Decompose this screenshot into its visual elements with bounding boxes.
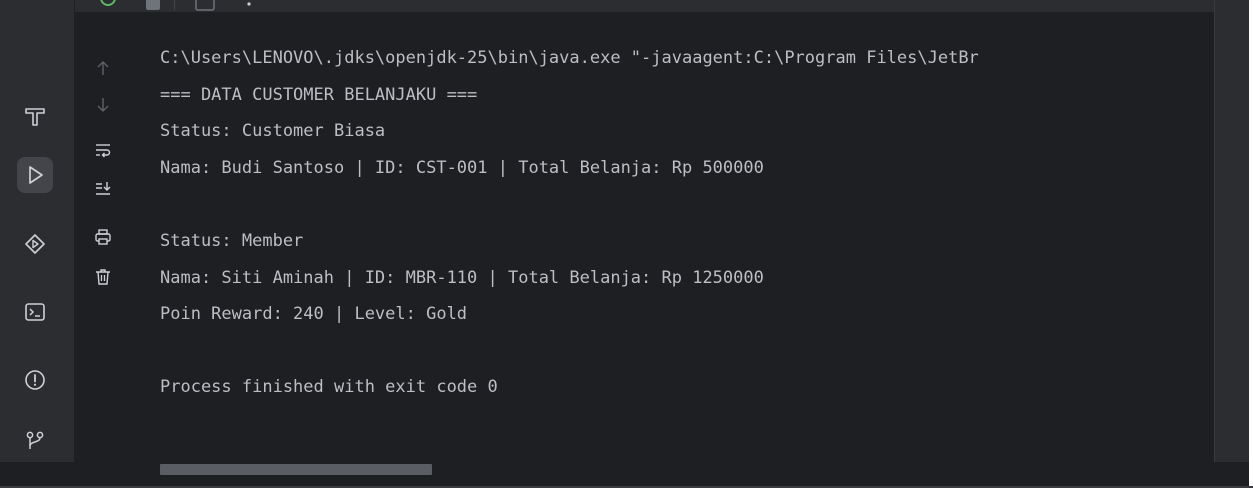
scroll-down-button[interactable] <box>91 94 115 116</box>
scroll-to-end-button[interactable] <box>91 177 115 199</box>
run-icon <box>23 163 47 187</box>
build-button[interactable] <box>17 98 53 134</box>
git-button[interactable] <box>17 422 53 458</box>
scroll-to-end-icon <box>94 180 112 196</box>
run-toolbar <box>74 0 1214 12</box>
print-button[interactable] <box>91 226 115 248</box>
horizontal-scrollbar-thumb[interactable] <box>160 464 432 475</box>
terminal-button[interactable] <box>17 294 53 330</box>
scroll-up-icon <box>96 60 110 76</box>
services-button[interactable] <box>17 226 53 262</box>
console-line: Nama: Budi Santoso | ID: CST-001 | Total… <box>160 157 764 178</box>
terminal-icon <box>23 300 47 324</box>
print-icon <box>94 228 112 246</box>
right-toolwindow-bar <box>1214 0 1249 462</box>
ide-window: C:\Users\LENOVO\.jdks\openjdk-25\bin\jav… <box>0 0 1249 462</box>
screenshot-frame: C:\Users\LENOVO\.jdks\openjdk-25\bin\jav… <box>0 0 1253 488</box>
problems-button[interactable] <box>17 362 53 398</box>
toolbar-separator <box>174 0 176 10</box>
scroll-up-button[interactable] <box>91 57 115 79</box>
rerun-icon[interactable] <box>98 0 118 12</box>
console-line: Status: Customer Biasa <box>160 121 386 142</box>
console-line: Process finished with exit code 0 <box>160 377 498 398</box>
console-line: Nama: Siti Aminah | ID: MBR-110 | Total … <box>160 267 764 288</box>
console-line: C:\Users\LENOVO\.jdks\openjdk-25\bin\jav… <box>160 48 979 68</box>
console-toolbar <box>75 12 135 462</box>
left-toolwindow-bar <box>0 0 75 462</box>
services-icon <box>23 232 47 256</box>
more-options-icon[interactable] <box>246 0 252 10</box>
problems-icon <box>23 368 47 392</box>
stop-icon[interactable] <box>144 0 162 12</box>
git-icon <box>23 428 47 452</box>
console-line: === DATA CUSTOMER BELANJAKU === <box>160 84 478 105</box>
clear-all-icon <box>94 268 112 286</box>
build-icon <box>23 104 47 128</box>
soft-wrap-button[interactable] <box>91 139 115 161</box>
soft-wrap-icon <box>94 142 112 158</box>
console-output[interactable]: C:\Users\LENOVO\.jdks\openjdk-25\bin\jav… <box>160 40 1209 406</box>
run-button[interactable] <box>17 157 53 193</box>
console-line: Status: Member <box>160 230 304 251</box>
layout-icon[interactable] <box>194 0 216 12</box>
console-line: Poin Reward: 240 | Level: Gold <box>160 304 468 325</box>
scroll-down-icon <box>96 97 110 113</box>
clear-all-button[interactable] <box>91 266 115 288</box>
